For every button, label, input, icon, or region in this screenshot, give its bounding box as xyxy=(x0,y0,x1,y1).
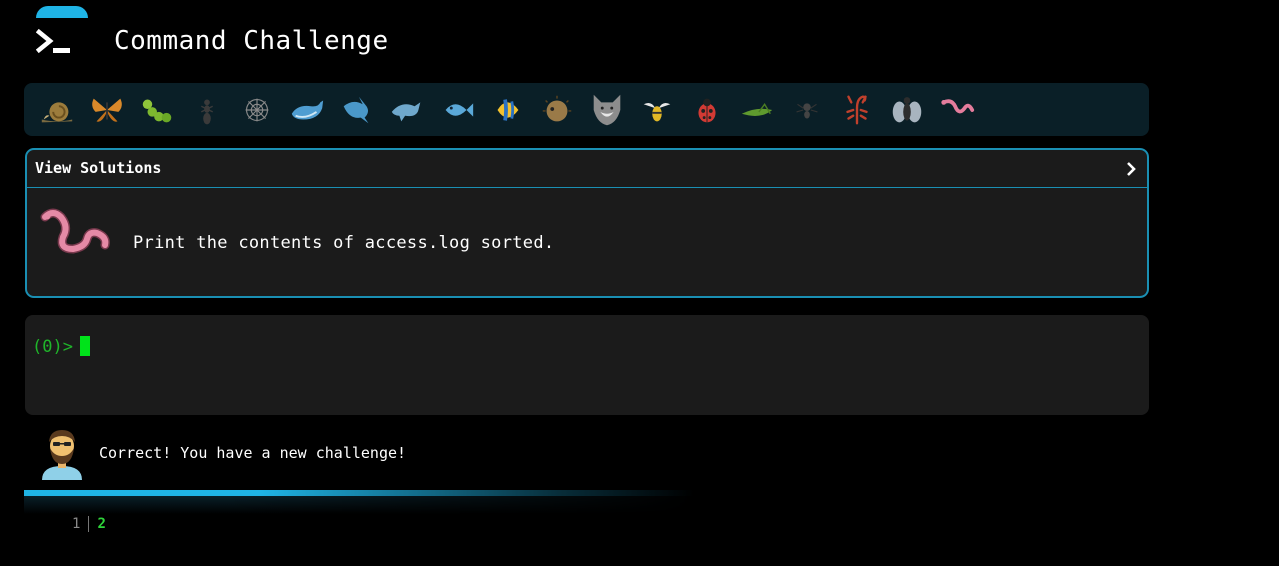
challenge-critter-bar xyxy=(24,83,1149,136)
chevron-right-icon[interactable] xyxy=(1125,161,1137,177)
scorpion-icon[interactable] xyxy=(832,85,882,135)
level-navigation: 1 2 xyxy=(72,516,106,532)
view-solutions-toggle[interactable]: View Solutions xyxy=(27,150,1147,188)
caterpillar-icon[interactable] xyxy=(132,85,182,135)
level-link-1[interactable]: 1 xyxy=(72,516,80,532)
shark-icon[interactable] xyxy=(332,85,382,135)
ladybug-icon[interactable] xyxy=(682,85,732,135)
view-solutions-label: View Solutions xyxy=(35,159,162,177)
cricket-icon[interactable] xyxy=(732,85,782,135)
tropical-fish-icon[interactable] xyxy=(482,85,532,135)
progress-glow xyxy=(24,496,694,514)
bee-icon[interactable] xyxy=(632,85,682,135)
whale-icon[interactable] xyxy=(282,85,332,135)
dolphin-icon[interactable] xyxy=(382,85,432,135)
terminal-cursor xyxy=(80,336,90,356)
butterfly-icon[interactable] xyxy=(82,85,132,135)
challenge-card: View Solutions Print the contents of acc… xyxy=(25,148,1149,298)
fish-icon[interactable] xyxy=(432,85,482,135)
spider-web-icon[interactable] xyxy=(232,85,282,135)
level-current[interactable]: 2 xyxy=(97,516,105,532)
blowfish-icon[interactable] xyxy=(532,85,582,135)
terminal-input-area[interactable]: (0)> xyxy=(25,315,1149,415)
terminal-logo-icon[interactable] xyxy=(36,28,72,56)
spider-icon[interactable] xyxy=(782,85,832,135)
wolf-icon[interactable] xyxy=(582,85,632,135)
level-separator xyxy=(88,516,90,532)
snail-icon[interactable] xyxy=(32,85,82,135)
bearded-man-avatar-icon xyxy=(42,430,82,480)
app-title: Command Challenge xyxy=(114,26,389,56)
logo-arc xyxy=(36,6,88,18)
worm-icon[interactable] xyxy=(932,85,982,135)
challenge-description: Print the contents of access.log sorted. xyxy=(133,233,555,253)
worm-icon xyxy=(40,208,110,254)
ant-icon[interactable] xyxy=(182,85,232,135)
fly-icon[interactable] xyxy=(882,85,932,135)
feedback-message: Correct! You have a new challenge! xyxy=(99,444,407,462)
terminal-prompt: (0)> xyxy=(32,337,73,357)
